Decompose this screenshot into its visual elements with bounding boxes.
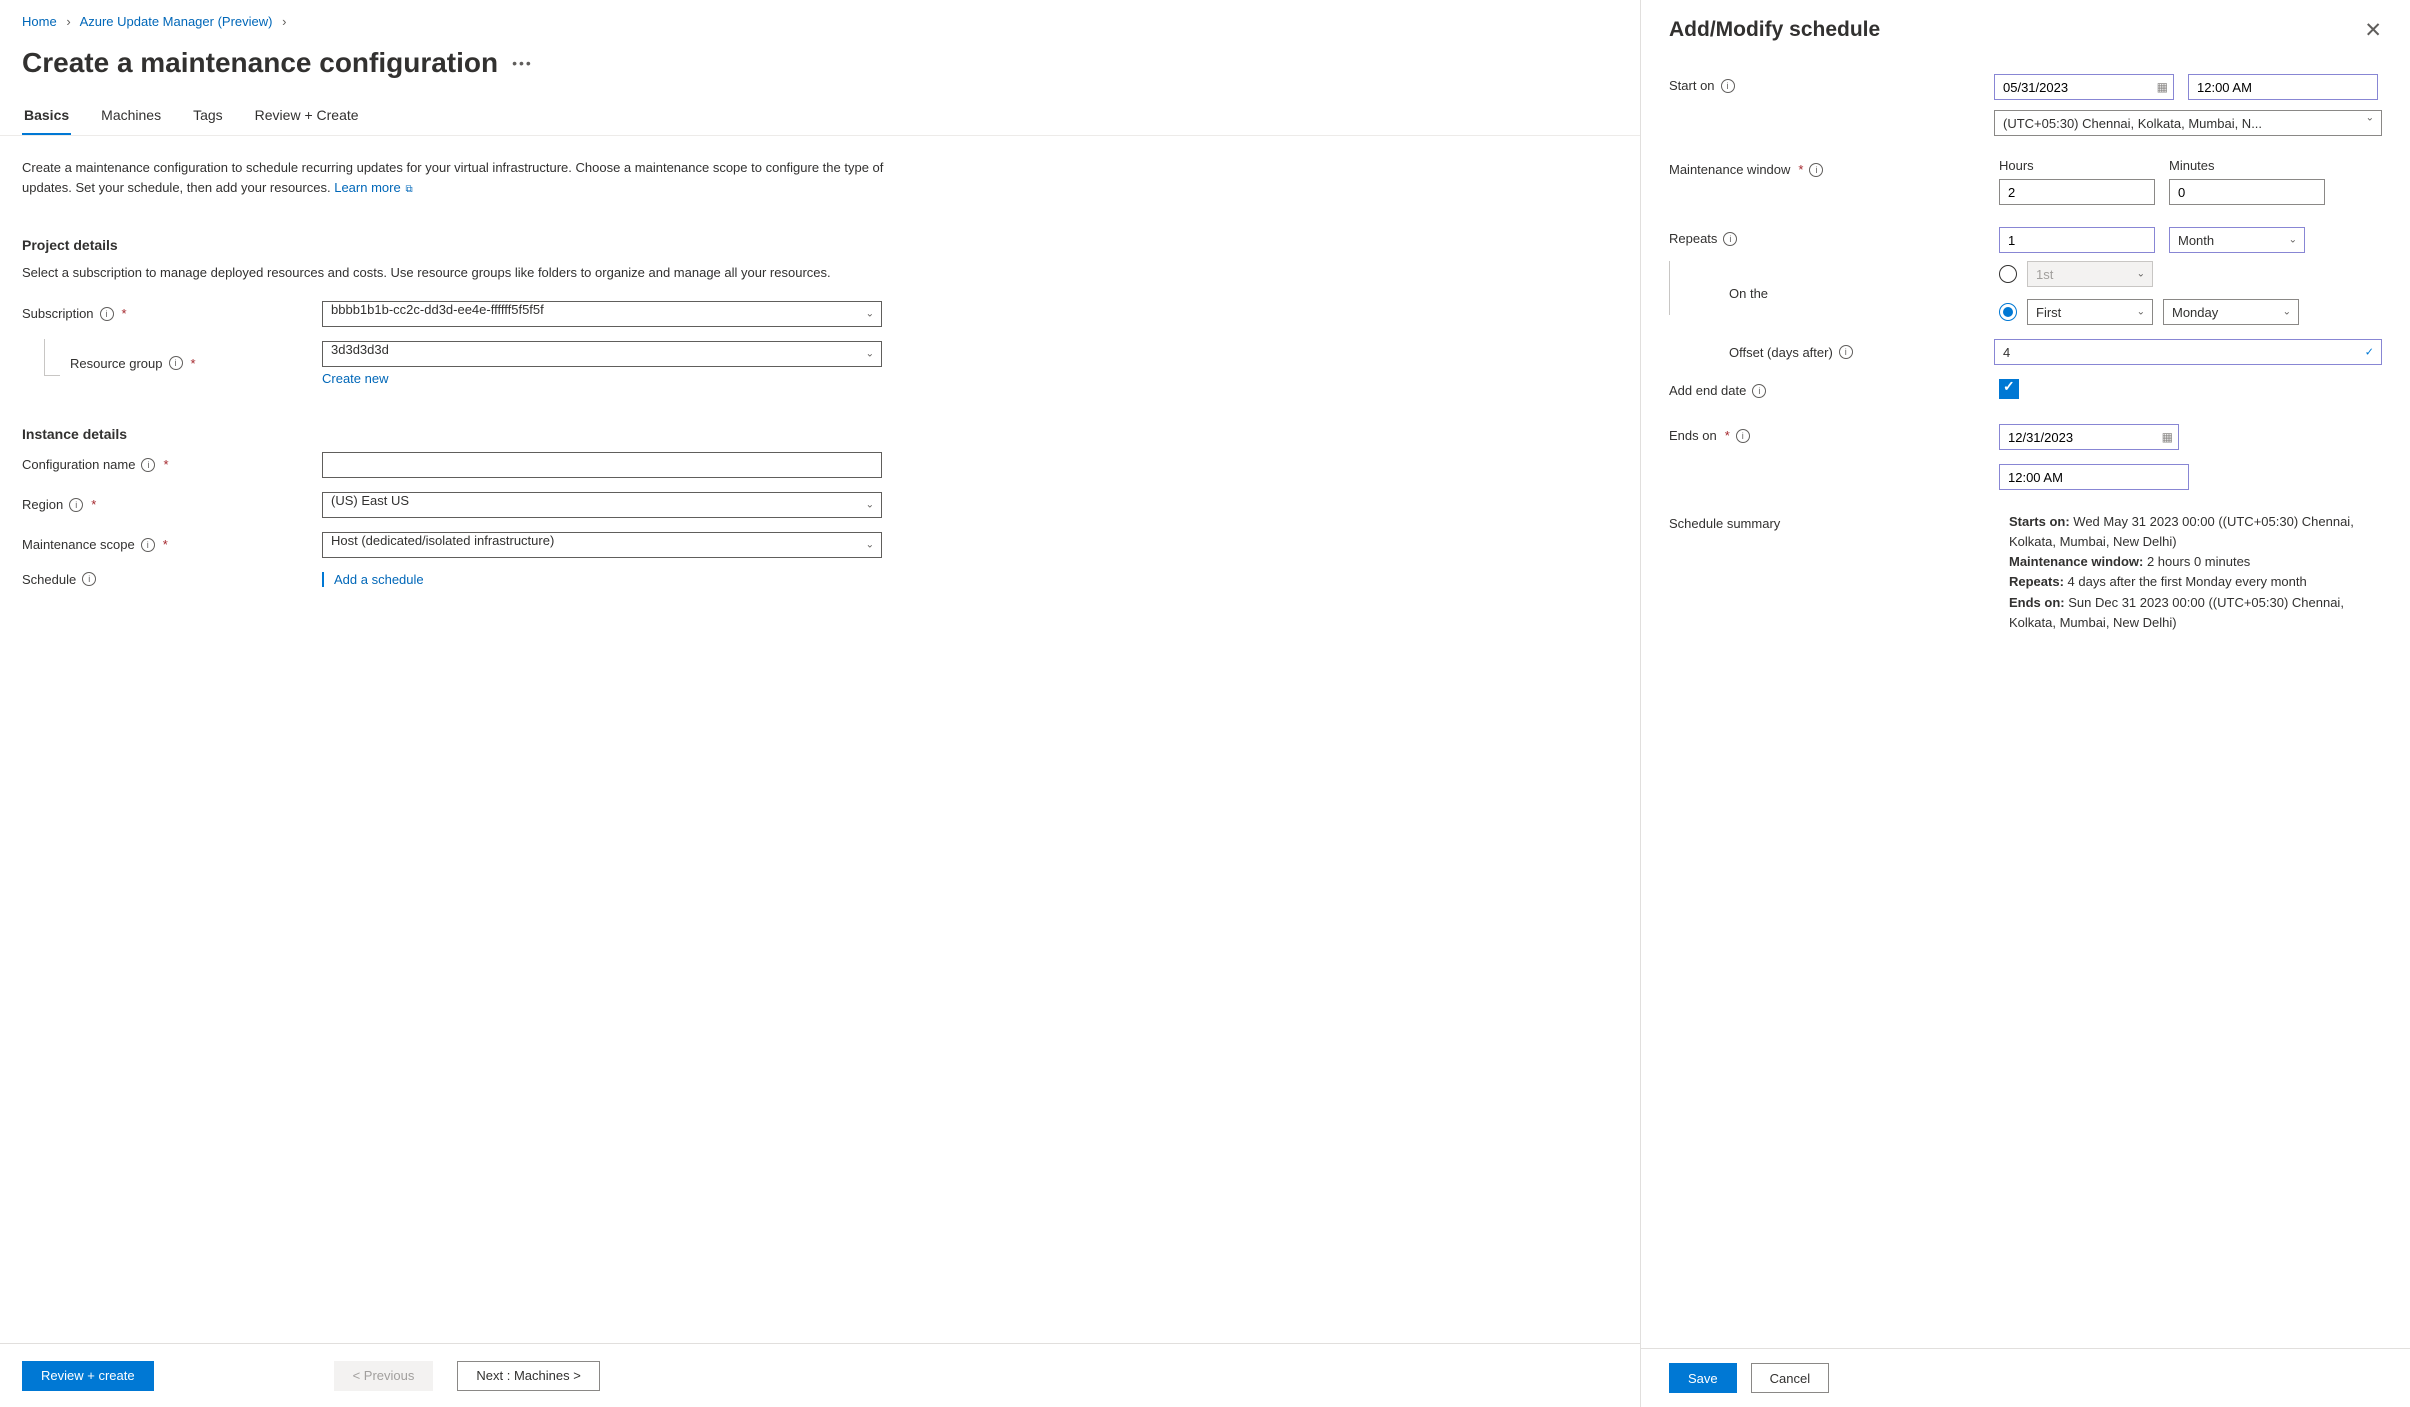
region-label: Region i * xyxy=(22,497,322,512)
info-icon[interactable]: i xyxy=(141,538,155,552)
minutes-input[interactable] xyxy=(2169,179,2325,205)
on-the-daynum-radio[interactable] xyxy=(1999,265,2017,283)
review-create-button[interactable]: Review + create xyxy=(22,1361,154,1391)
info-icon[interactable]: i xyxy=(69,498,83,512)
create-new-link[interactable]: Create new xyxy=(322,371,882,386)
subscription-select[interactable]: bbbb1b1b-cc2c-dd3d-ee4e-ffffff5f5f5f xyxy=(322,301,882,327)
previous-button: < Previous xyxy=(334,1361,434,1391)
project-details-desc: Select a subscription to manage deployed… xyxy=(22,263,898,283)
info-icon[interactable]: i xyxy=(1752,384,1766,398)
schedule-summary-label: Schedule summary xyxy=(1669,512,1999,531)
offset-select[interactable]: 4 xyxy=(1994,339,2382,365)
tab-basics[interactable]: Basics xyxy=(22,99,71,135)
cancel-button[interactable]: Cancel xyxy=(1751,1363,1829,1393)
info-icon[interactable]: i xyxy=(100,307,114,321)
resource-group-select[interactable]: 3d3d3d3d xyxy=(322,341,882,367)
info-icon[interactable]: i xyxy=(1736,429,1750,443)
config-name-label: Configuration name i * xyxy=(22,457,322,472)
start-date-input[interactable] xyxy=(1994,74,2174,100)
ordinal-select[interactable]: First xyxy=(2027,299,2153,325)
instance-details-heading: Instance details xyxy=(22,426,898,442)
more-icon[interactable]: ••• xyxy=(512,55,533,71)
schedule-panel: Add/Modify schedule ✕ Start on i ▦ (UTC+… xyxy=(1640,0,2410,1407)
day-number-select: 1st xyxy=(2027,261,2153,287)
breadcrumb-update-manager[interactable]: Azure Update Manager (Preview) xyxy=(80,14,273,29)
panel-title: Add/Modify schedule xyxy=(1669,18,1880,42)
scope-select[interactable]: Host (dedicated/isolated infrastructure) xyxy=(322,532,882,558)
panel-footer: Save Cancel xyxy=(1641,1348,2410,1407)
desc-text: Create a maintenance configuration to sc… xyxy=(22,160,883,195)
info-icon[interactable]: i xyxy=(141,458,155,472)
end-date-input[interactable] xyxy=(1999,424,2179,450)
learn-more-link[interactable]: Learn more ⧉ xyxy=(334,180,412,195)
add-end-date-checkbox[interactable] xyxy=(1999,379,2019,399)
project-details-heading: Project details xyxy=(22,237,898,253)
external-icon: ⧉ xyxy=(403,184,413,195)
maintenance-window-label: Maintenance window * i xyxy=(1669,158,1999,177)
minutes-label: Minutes xyxy=(2169,158,2325,173)
region-select[interactable]: (US) East US xyxy=(322,492,882,518)
hours-input[interactable] xyxy=(1999,179,2155,205)
hours-label: Hours xyxy=(1999,158,2155,173)
weekday-select[interactable]: Monday xyxy=(2163,299,2299,325)
tab-tags[interactable]: Tags xyxy=(191,99,225,135)
scope-label: Maintenance scope i * xyxy=(22,537,322,552)
config-name-input[interactable] xyxy=(322,452,882,478)
info-icon[interactable]: i xyxy=(169,356,183,370)
ends-on-label: Ends on * i xyxy=(1669,424,1999,443)
info-icon[interactable]: i xyxy=(82,572,96,586)
breadcrumb-home[interactable]: Home xyxy=(22,14,57,29)
breadcrumb-sep: › xyxy=(276,14,292,29)
repeats-label: Repeats i xyxy=(1669,227,1999,246)
tab-machines[interactable]: Machines xyxy=(99,99,163,135)
next-button[interactable]: Next : Machines > xyxy=(457,1361,599,1391)
page-description: Create a maintenance configuration to sc… xyxy=(22,158,898,197)
on-the-label: On the xyxy=(1681,286,1999,301)
timezone-select[interactable]: (UTC+05:30) Chennai, Kolkata, Mumbai, N.… xyxy=(1994,110,2382,136)
breadcrumb-sep: › xyxy=(60,14,76,29)
subscription-label: Subscription i * xyxy=(22,306,322,321)
on-the-weekday-radio[interactable] xyxy=(1999,303,2017,321)
repeats-unit-select[interactable]: Month xyxy=(2169,227,2305,253)
resource-group-label: Resource group i * xyxy=(70,356,322,371)
start-on-label: Start on i xyxy=(1669,74,1994,93)
save-button[interactable]: Save xyxy=(1669,1363,1737,1393)
info-icon[interactable]: i xyxy=(1809,163,1823,177)
info-icon[interactable]: i xyxy=(1721,79,1735,93)
offset-label: Offset (days after) i xyxy=(1681,345,1994,360)
page-title: Create a maintenance configuration xyxy=(22,47,498,79)
end-time-input[interactable] xyxy=(1999,464,2189,490)
info-icon[interactable]: i xyxy=(1723,232,1737,246)
info-icon[interactable]: i xyxy=(1839,345,1853,359)
schedule-label: Schedule i xyxy=(22,572,322,587)
tab-review-create[interactable]: Review + Create xyxy=(253,99,361,135)
close-icon[interactable]: ✕ xyxy=(2364,20,2382,41)
repeats-number-input[interactable] xyxy=(1999,227,2155,253)
schedule-summary: Starts on: Wed May 31 2023 00:00 ((UTC+0… xyxy=(1999,512,2382,633)
add-end-date-label: Add end date i xyxy=(1669,379,1999,398)
start-time-input[interactable] xyxy=(2188,74,2378,100)
add-schedule-link[interactable]: Add a schedule xyxy=(334,572,424,587)
